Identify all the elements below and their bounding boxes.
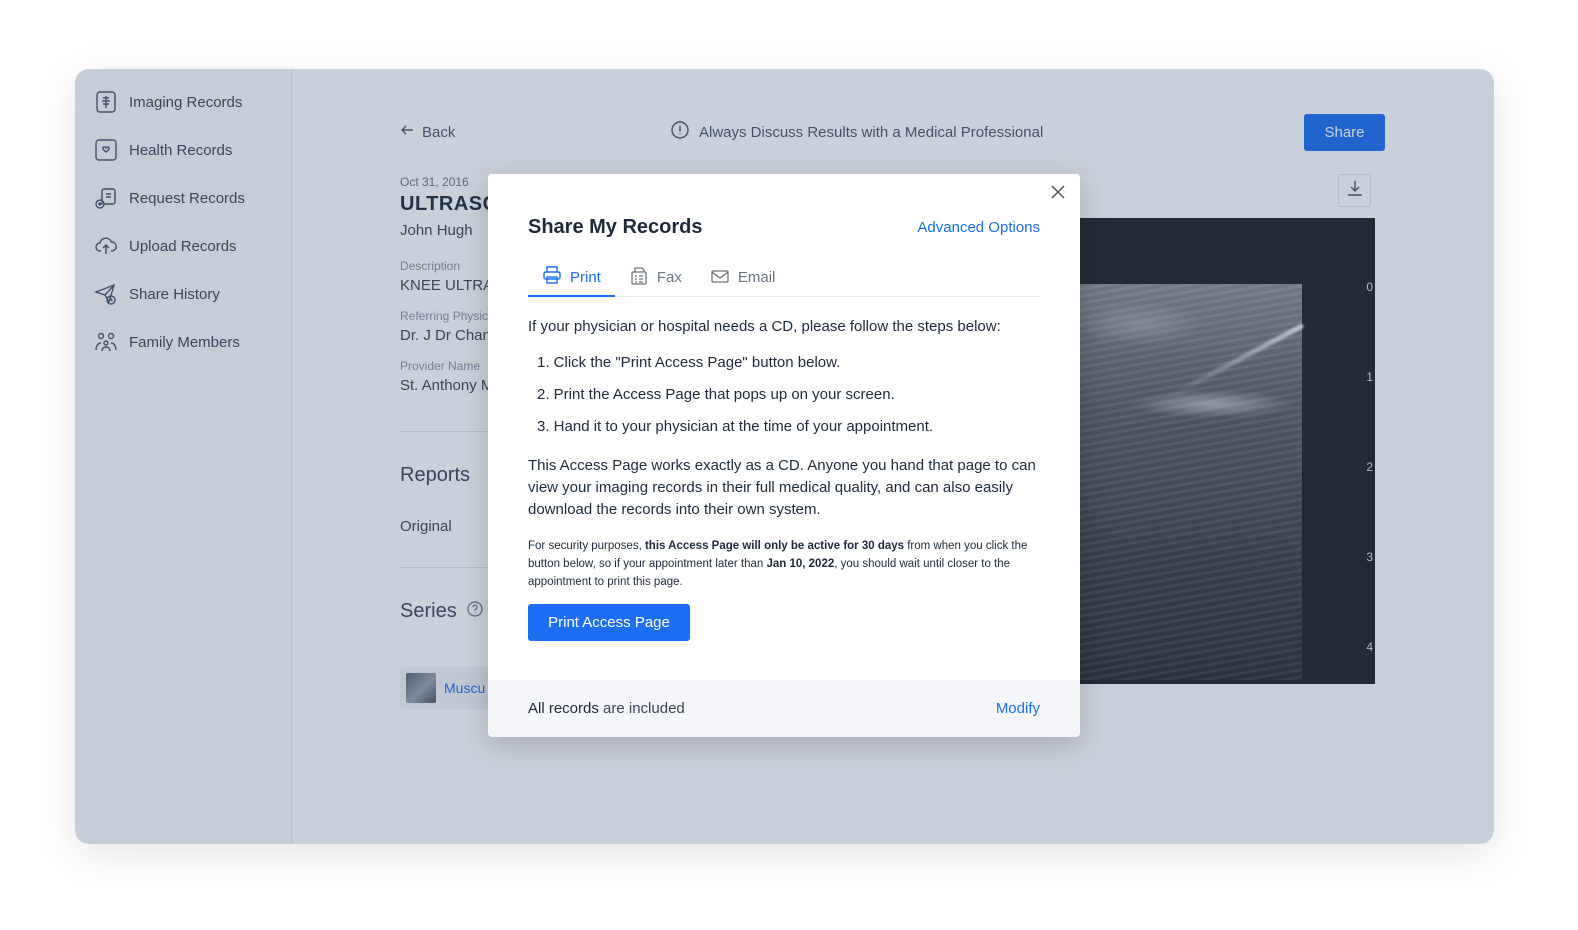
print-access-page-button[interactable]: Print Access Page — [528, 604, 690, 641]
tab-email[interactable]: Email — [696, 259, 790, 296]
close-button[interactable] — [1048, 184, 1068, 204]
app-window: Imaging Records Health Records Request R… — [75, 69, 1494, 844]
share-method-tabs: Print Fax Email — [528, 259, 1040, 297]
printer-icon — [542, 265, 562, 289]
tab-fax[interactable]: Fax — [615, 259, 696, 296]
security-emphasis: this Access Page will only be active for… — [644, 540, 905, 552]
instructions-intro: If your physician or hospital needs a CD… — [528, 318, 1001, 335]
access-page-explanation: This Access Page works exactly as a CD. … — [528, 457, 1036, 518]
instruction-steps: 1. Click the "Print Access Page" button … — [528, 354, 1048, 450]
list-item: 3. Hand it to your physician at the time… — [537, 418, 934, 435]
tab-label: Print — [570, 268, 601, 286]
records-included-bold: All records — [528, 700, 599, 717]
security-notice: For security purposes, this Access Page … — [528, 537, 1040, 591]
share-records-modal: Share My Records Advanced Options Print … — [488, 174, 1080, 737]
tab-label: Fax — [656, 269, 682, 286]
expiry-date: Jan 10, 2022 — [766, 558, 835, 570]
modal-title: Share My Records — [528, 216, 703, 238]
modify-link[interactable]: Modify — [996, 700, 1040, 717]
fax-icon — [629, 266, 649, 290]
advanced-options-link[interactable]: Advanced Options — [917, 219, 1040, 236]
envelope-icon — [710, 266, 730, 290]
security-text: For security purposes, — [528, 540, 645, 552]
records-included-rest: are included — [598, 700, 685, 717]
list-item: 2. Print the Access Page that pops up on… — [537, 386, 895, 403]
tab-print[interactable]: Print — [528, 259, 615, 297]
close-icon — [1050, 184, 1066, 205]
modal-footer: All records are included Modify — [488, 680, 1080, 737]
list-item: 1. Click the "Print Access Page" button … — [537, 354, 841, 371]
tab-label: Email — [737, 269, 776, 286]
records-included-text: All records are included — [528, 700, 685, 717]
